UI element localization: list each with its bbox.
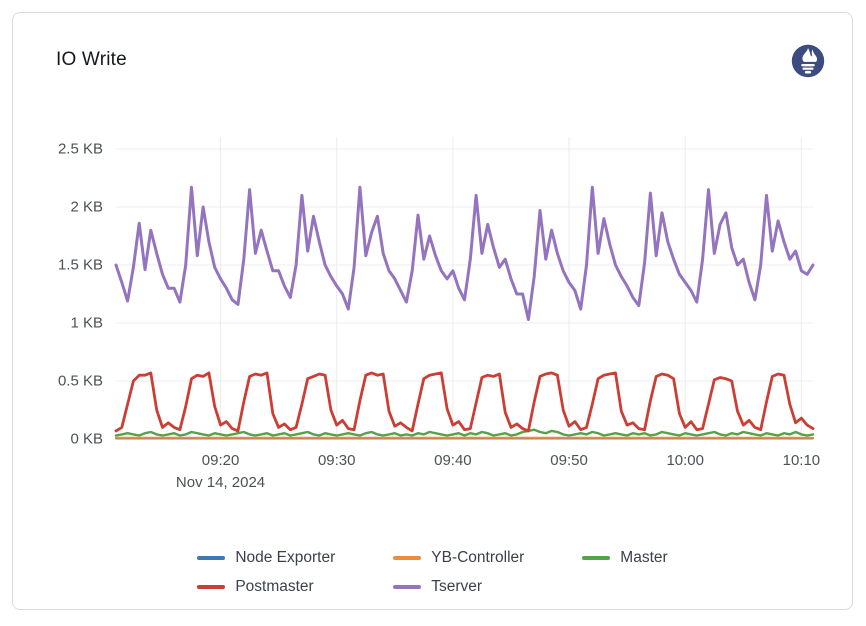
legend-line-marker [197, 585, 225, 589]
legend-line-marker [197, 556, 225, 560]
x-tick-label: 10:10 [783, 452, 821, 469]
legend-item-tserver[interactable]: Tserver [393, 578, 524, 596]
panel-title: IO Write [56, 49, 127, 71]
x-tick-label: 10:00 [666, 452, 704, 469]
legend-label: Postmaster [235, 578, 313, 596]
legend-item-master[interactable]: Master [582, 549, 667, 567]
y-tick-label: 0.5 KB [58, 373, 103, 390]
legend-label: Tserver [431, 578, 482, 596]
legend-item-node-exporter[interactable]: Node Exporter [197, 549, 335, 567]
y-tick-label: 2.5 KB [58, 141, 103, 158]
legend-item-yb-controller[interactable]: YB-Controller [393, 549, 524, 567]
io-write-line-chart[interactable]: 2.5 KB 2 KB 1.5 KB 1 KB 0.5 KB 0 KB 09:20 09:30… [13, 123, 852, 507]
x-tick-label: 09:40 [434, 452, 472, 469]
x-tick-label: 09:20 [202, 452, 240, 469]
legend-line-marker [393, 585, 421, 589]
legend-item-postmaster[interactable]: Postmaster [197, 578, 335, 596]
x-axis-date-label: Nov 14, 2024 [176, 474, 265, 491]
io-write-panel: IO Write 2.5 KB 2 KB 1.5 KB 1 KB 0.5 KB 0 KB 0… [12, 12, 853, 610]
legend-line-marker [393, 556, 421, 560]
x-tick-label: 09:50 [550, 452, 588, 469]
prometheus-logo-icon [790, 43, 826, 79]
legend-label: Node Exporter [235, 549, 335, 567]
chart-area[interactable]: 2.5 KB 2 KB 1.5 KB 1 KB 0.5 KB 0 KB 09:20 09:30… [13, 123, 852, 507]
x-tick-label: 09:30 [318, 452, 356, 469]
y-tick-label: 1.5 KB [58, 257, 103, 274]
legend: Node Exporter YB-Controller Master Postmast… [13, 549, 852, 596]
legend-label: YB-Controller [431, 549, 524, 567]
y-tick-label: 0 KB [70, 431, 103, 448]
legend-grid: Node Exporter YB-Controller Master Postmast… [197, 549, 667, 596]
panel-header: IO Write [13, 13, 852, 109]
legend-line-marker [582, 556, 610, 560]
page-background: IO Write 2.5 KB 2 KB 1.5 KB 1 KB 0.5 KB 0 KB 0… [0, 0, 866, 626]
y-tick-label: 2 KB [70, 199, 103, 216]
y-tick-label: 1 KB [70, 315, 103, 332]
legend-label: Master [620, 549, 667, 567]
